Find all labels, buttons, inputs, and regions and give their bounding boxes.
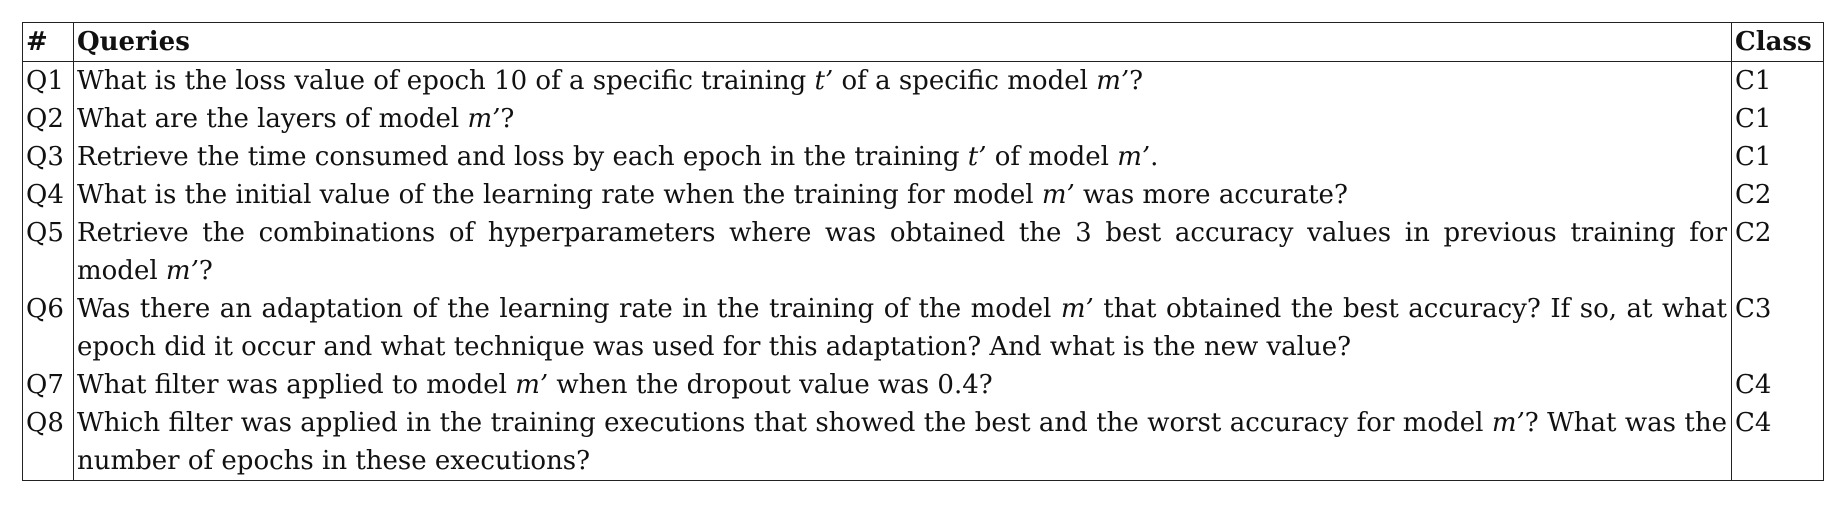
- table-row: Q5 Retrieve the combinations of hyperpar…: [22, 214, 1824, 290]
- row-query: Retrieve the time consumed and loss by e…: [73, 138, 1732, 176]
- row-id: Q8: [22, 404, 74, 481]
- table-row: Q2 What are the layers of model m’? C1: [22, 100, 1824, 138]
- row-id: Q5: [22, 214, 74, 290]
- row-query: Retrieve the combinations of hyperparame…: [73, 214, 1732, 290]
- table-row: Q7 What filter was applied to model m’ w…: [22, 366, 1824, 404]
- table-row: Q6 Was there an adaptation of the learni…: [22, 290, 1824, 366]
- header-id: #: [22, 22, 74, 62]
- row-query: What is the initial value of the learnin…: [73, 176, 1732, 214]
- header-row: # Queries Class: [22, 22, 1824, 62]
- row-class: C1: [1731, 100, 1824, 138]
- math-variable: m’: [1491, 408, 1525, 438]
- header-class: Class: [1731, 22, 1824, 62]
- row-class: C1: [1731, 61, 1824, 100]
- row-class: C2: [1731, 176, 1824, 214]
- row-class: C4: [1731, 404, 1824, 481]
- row-id: Q3: [22, 138, 74, 176]
- math-variable: m’: [1117, 142, 1151, 172]
- row-class: C3: [1731, 290, 1824, 366]
- math-variable: m’: [1041, 180, 1075, 210]
- row-class: C2: [1731, 214, 1824, 290]
- row-query: What filter was applied to model m’ when…: [73, 366, 1732, 404]
- math-variable: m’: [165, 256, 199, 286]
- table-row: Q4 What is the initial value of the lear…: [22, 176, 1824, 214]
- math-variable: t’: [967, 142, 987, 172]
- row-id: Q6: [22, 290, 74, 366]
- row-class: C4: [1731, 366, 1824, 404]
- table-row: Q1 What is the loss value of epoch 10 of…: [22, 61, 1824, 100]
- queries-table-container: # Queries Class Q1 What is the loss valu…: [22, 22, 1824, 481]
- row-id: Q4: [22, 176, 74, 214]
- queries-table: # Queries Class Q1 What is the loss valu…: [22, 22, 1824, 481]
- row-query: What is the loss value of epoch 10 of a …: [73, 61, 1732, 100]
- math-variable: t’: [814, 66, 834, 96]
- row-query: What are the layers of model m’?: [73, 100, 1732, 138]
- math-variable: m’: [515, 370, 549, 400]
- math-variable: m’: [1096, 66, 1130, 96]
- math-variable: m’: [1060, 294, 1094, 324]
- row-id: Q2: [22, 100, 74, 138]
- row-query: Which filter was applied in the training…: [73, 404, 1732, 481]
- row-id: Q7: [22, 366, 74, 404]
- table-row: Q3 Retrieve the time consumed and loss b…: [22, 138, 1824, 176]
- row-query: Was there an adaptation of the learning …: [73, 290, 1732, 366]
- row-class: C1: [1731, 138, 1824, 176]
- header-queries: Queries: [73, 22, 1732, 62]
- math-variable: m’: [467, 104, 501, 134]
- row-id: Q1: [22, 61, 74, 100]
- table-row: Q8 Which filter was applied in the train…: [22, 404, 1824, 481]
